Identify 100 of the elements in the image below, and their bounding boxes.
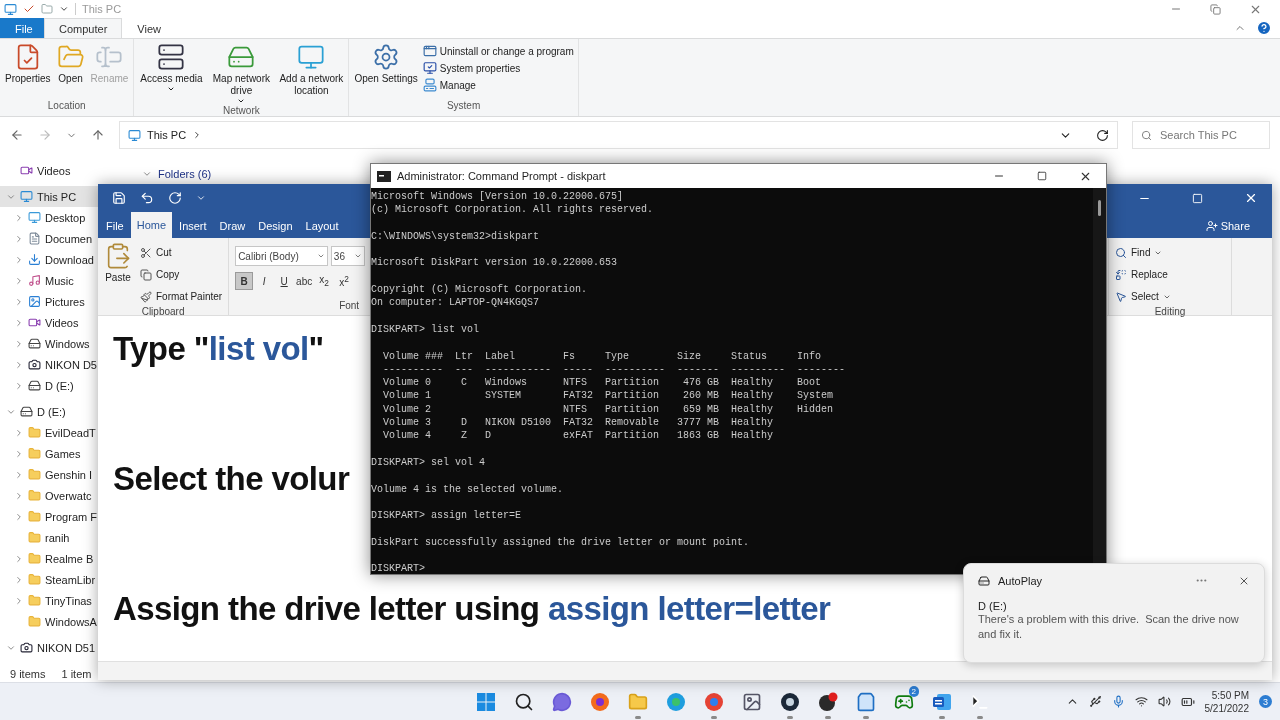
shopping-bag-icon[interactable]	[856, 691, 876, 712]
ribbon-button[interactable]: Properties	[4, 43, 52, 85]
refresh-icon[interactable]	[1096, 128, 1109, 142]
notification-card[interactable]: AutoPlay D (E:) There's a problem with this drive. Scan the drive now and fix it.	[963, 563, 1265, 663]
microphone-icon[interactable]	[1111, 695, 1125, 708]
maximize-icon[interactable]	[1037, 171, 1047, 181]
ribbon-button[interactable]: Access media	[138, 43, 205, 93]
nav-item[interactable]: Overwatc	[0, 485, 98, 506]
nav-item[interactable]: Games	[0, 443, 98, 464]
customize-icon[interactable]	[196, 193, 206, 203]
ribbon-tab[interactable]: Insert	[173, 214, 213, 238]
ribbon-button[interactable]: Format Painter	[140, 287, 223, 306]
usb-icon[interactable]	[1088, 695, 1102, 708]
nav-item[interactable]: Download	[0, 249, 98, 270]
volume-icon[interactable]	[1157, 695, 1171, 708]
browser-icon[interactable]	[704, 691, 724, 712]
nav-item[interactable]: Pictures	[0, 291, 98, 312]
round-app-icon[interactable]	[818, 691, 838, 712]
ribbon-button[interactable]: Find	[1115, 243, 1225, 262]
format-button[interactable]: x$_{2}$	[315, 272, 334, 290]
nav-item[interactable]: Genshin I	[0, 464, 98, 485]
redo-icon[interactable]	[168, 191, 182, 205]
photo-icon[interactable]	[742, 691, 762, 712]
nav-item[interactable]: NIKON D51	[0, 637, 98, 658]
help-icon[interactable]	[1256, 20, 1272, 36]
search-field[interactable]: Search This PC	[1132, 121, 1270, 149]
font-size-field[interactable]: 36	[330, 246, 366, 266]
ribbon-button[interactable]: System properties	[422, 61, 574, 75]
nav-item[interactable]: Realme B	[0, 548, 98, 569]
ribbon-tab[interactable]: View	[122, 18, 176, 38]
nav-item[interactable]: ranih	[0, 527, 98, 548]
ribbon-button[interactable]: Manage	[422, 78, 574, 92]
checkmark-icon[interactable]	[23, 3, 35, 15]
wifi-icon[interactable]	[1134, 695, 1148, 708]
section-header[interactable]: Folders (6)	[142, 168, 212, 180]
ribbon-tab[interactable]: Draw	[213, 214, 252, 238]
round-app-icon[interactable]	[780, 691, 800, 712]
grid-icon[interactable]	[476, 691, 496, 712]
ribbon-button[interactable]: Cut	[140, 243, 223, 262]
nav-item[interactable]: WindowsA	[0, 611, 98, 632]
search-icon[interactable]	[514, 691, 534, 712]
document-icon[interactable]	[932, 691, 952, 712]
caret-icon[interactable]	[316, 252, 325, 260]
nav-item[interactable]: Windows	[0, 333, 98, 354]
ribbon-tab[interactable]: File	[100, 214, 130, 238]
nav-item[interactable]: D (E:)	[0, 375, 98, 396]
open-indicator	[825, 716, 831, 719]
up-icon[interactable]	[91, 128, 105, 142]
ribbon-button[interactable]: Add a network location	[278, 43, 345, 97]
browser-icon[interactable]	[590, 691, 610, 712]
group-label: Editing	[1154, 306, 1186, 317]
address-bar[interactable]: This PC	[119, 121, 1118, 149]
folder-icon	[28, 468, 41, 481]
share-button[interactable]: Share	[1199, 219, 1256, 233]
save-icon[interactable]	[112, 191, 126, 205]
nav-item[interactable]: Documen	[0, 228, 98, 249]
close-icon[interactable]	[1244, 191, 1258, 205]
drive-icon	[28, 337, 41, 350]
ribbon-button[interactable]: Uninstall or change a program	[422, 44, 574, 58]
ribbon-button[interactable]: Copy	[140, 265, 223, 284]
format-button[interactable]: abc	[295, 272, 314, 290]
browser-icon[interactable]	[666, 691, 686, 712]
clock[interactable]: 5:50 PM 5/21/2022	[1204, 688, 1249, 715]
taskbar-button[interactable]: 2	[892, 683, 916, 720]
nav-item[interactable]: Videos	[0, 160, 98, 181]
nav-item[interactable]: Videos	[0, 312, 98, 333]
ribbon-tab[interactable]: Computer	[44, 18, 123, 38]
ribbon-button[interactable]: Open	[55, 43, 86, 85]
ribbon-button[interactable]: Open Settings	[353, 43, 419, 85]
nav-item[interactable]: EvilDeadT	[0, 422, 98, 443]
ribbon-button[interactable]: Replace	[1115, 265, 1225, 284]
ribbon-button[interactable]: Select	[1115, 287, 1225, 306]
chat-icon[interactable]	[552, 691, 572, 712]
ribbon-tab[interactable]: File	[0, 18, 44, 38]
ribbon-tab[interactable]: Design	[252, 214, 299, 238]
paste-button[interactable]: Paste	[104, 242, 132, 306]
caret-icon[interactable]	[59, 4, 69, 14]
format-button[interactable]: B	[235, 272, 254, 290]
ribbon-button[interactable]: Map network drive	[208, 43, 275, 105]
caret-icon[interactable]	[354, 252, 363, 260]
open-indicator	[863, 716, 869, 719]
nav-item[interactable]: D (E:)	[0, 401, 98, 422]
back-icon[interactable]	[10, 128, 24, 142]
ribbon-tab[interactable]: Home	[130, 212, 173, 238]
format-button[interactable]: x$^{2}$	[335, 272, 354, 290]
nav-item[interactable]: Music	[0, 270, 98, 291]
nav-item[interactable]: TinyTinas	[0, 590, 98, 611]
format-button[interactable]: I	[255, 272, 274, 290]
nav-item[interactable]: Program F	[0, 506, 98, 527]
ribbon-tab[interactable]: Layout	[299, 214, 345, 238]
notification-badge[interactable]: 3	[1259, 695, 1272, 708]
format-button[interactable]: U	[275, 272, 294, 290]
nav-item[interactable]: This PC	[0, 186, 98, 207]
nav-item[interactable]: Desktop	[0, 207, 98, 228]
nav-item[interactable]: NIKON D5	[0, 354, 98, 375]
folder-icon	[28, 489, 41, 502]
font-family-field[interactable]: Calibri (Body)	[235, 246, 328, 266]
undo-icon[interactable]	[140, 191, 154, 205]
restore-icon[interactable]	[1210, 3, 1221, 15]
nav-item[interactable]: SteamLibr	[0, 569, 98, 590]
